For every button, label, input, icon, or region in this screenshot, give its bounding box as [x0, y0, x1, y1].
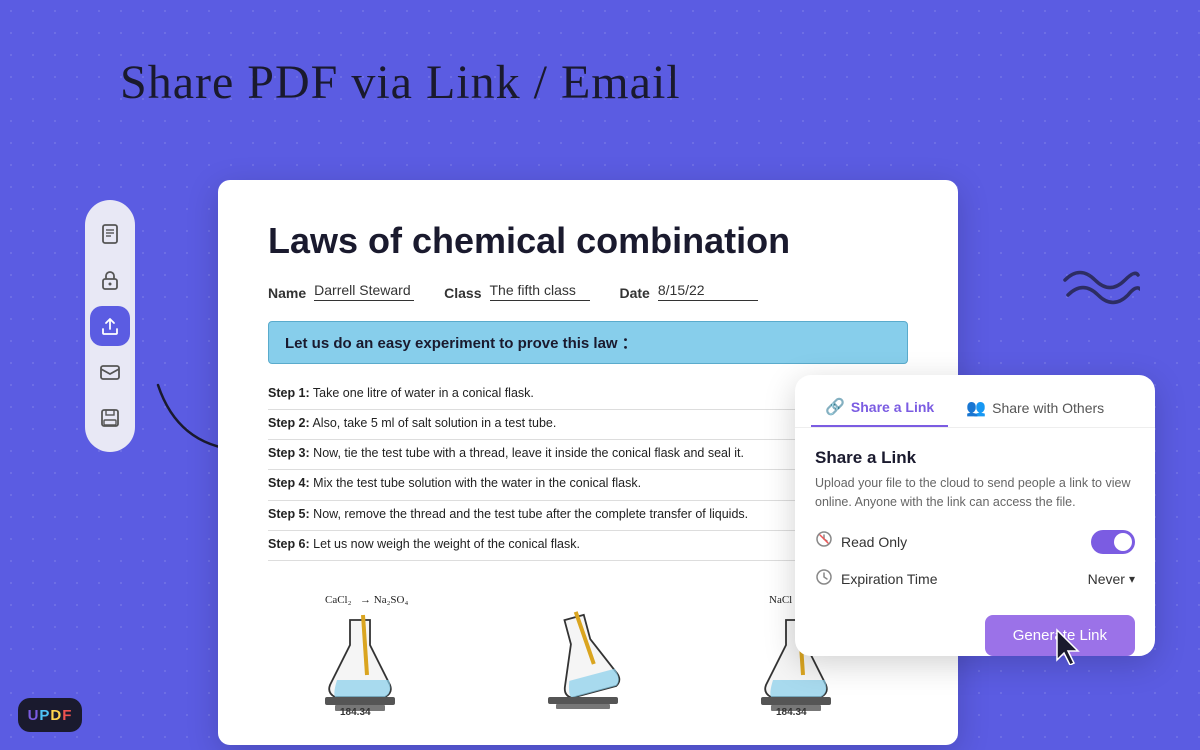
step1-label: Step 1:	[268, 386, 310, 400]
share-description: Upload your file to the cloud to send pe…	[815, 474, 1135, 512]
expiry-label: Expiration Time	[841, 571, 937, 587]
expiry-select[interactable]: Never ▾	[1088, 571, 1135, 587]
updf-d: D	[50, 707, 62, 724]
pdf-meta: Name Darrell Steward Class The fifth cla…	[268, 282, 908, 301]
updf-p: P	[39, 707, 50, 724]
read-only-toggle[interactable]	[1091, 530, 1135, 554]
people-icon: 👥	[966, 398, 986, 418]
read-only-icon	[815, 530, 833, 553]
step4-label: Step 4:	[268, 476, 310, 490]
name-value: Darrell Steward	[314, 282, 414, 301]
step2-label: Step 2:	[268, 416, 310, 430]
tab-share-link-label: Share a Link	[851, 399, 934, 415]
date-value: 8/15/22	[658, 282, 758, 301]
class-label: Class	[444, 285, 481, 301]
clock-icon	[815, 568, 833, 591]
date-label: Date	[620, 285, 650, 301]
class-value: The fifth class	[490, 282, 590, 301]
sidebar-item-share[interactable]	[90, 306, 130, 346]
svg-text:→ Na₂SO₄: → Na₂SO₄	[360, 594, 408, 606]
chevron-down-icon: ▾	[1129, 572, 1135, 586]
read-only-row: Read Only	[815, 530, 1135, 554]
flask-1: CaCl₂ → Na₂SO₄ 184.34	[315, 585, 425, 715]
step6-label: Step 6:	[268, 537, 310, 551]
read-only-label: Read Only	[841, 534, 907, 550]
expiry-row: Expiration Time Never ▾	[815, 568, 1135, 591]
pdf-highlight: Let us do an easy experiment to prove th…	[268, 321, 908, 364]
svg-text:CaCl₂: CaCl₂	[325, 594, 352, 606]
squiggle-decoration	[1060, 260, 1140, 322]
svg-text:184.34: 184.34	[776, 707, 807, 715]
sidebar	[85, 200, 135, 452]
page-title: Share PDF via Link / Email	[120, 55, 681, 110]
sidebar-item-lock[interactable]	[90, 260, 130, 300]
sidebar-item-email[interactable]	[90, 352, 130, 392]
updf-logo: UPDF	[18, 698, 82, 732]
link-icon: 🔗	[825, 397, 845, 417]
sidebar-item-save[interactable]	[90, 398, 130, 438]
share-body: Share a Link Upload your file to the clo…	[795, 428, 1155, 639]
generate-link-button[interactable]: Generate Link	[985, 615, 1135, 656]
step3-label: Step 3:	[268, 446, 310, 460]
step5-label: Step 5:	[268, 507, 310, 521]
share-section-title: Share a Link	[815, 448, 1135, 468]
updf-f: F	[62, 707, 72, 724]
name-label: Name	[268, 285, 306, 301]
share-tabs: 🔗 Share a Link 👥 Share with Others	[795, 375, 1155, 428]
sidebar-item-document[interactable]	[90, 214, 130, 254]
tab-share-others[interactable]: 👥 Share with Others	[952, 389, 1118, 427]
svg-text:184.34: 184.34	[340, 707, 371, 715]
updf-u: U	[28, 707, 40, 724]
svg-text:NaCl: NaCl	[769, 594, 792, 606]
pdf-document-title: Laws of chemical combination	[268, 220, 908, 262]
expiry-value: Never	[1088, 571, 1125, 587]
tab-share-others-label: Share with Others	[992, 400, 1104, 416]
share-panel: 🔗 Share a Link 👥 Share with Others Share…	[795, 375, 1155, 656]
flask-2	[538, 585, 638, 715]
tab-share-link[interactable]: 🔗 Share a Link	[811, 389, 948, 427]
